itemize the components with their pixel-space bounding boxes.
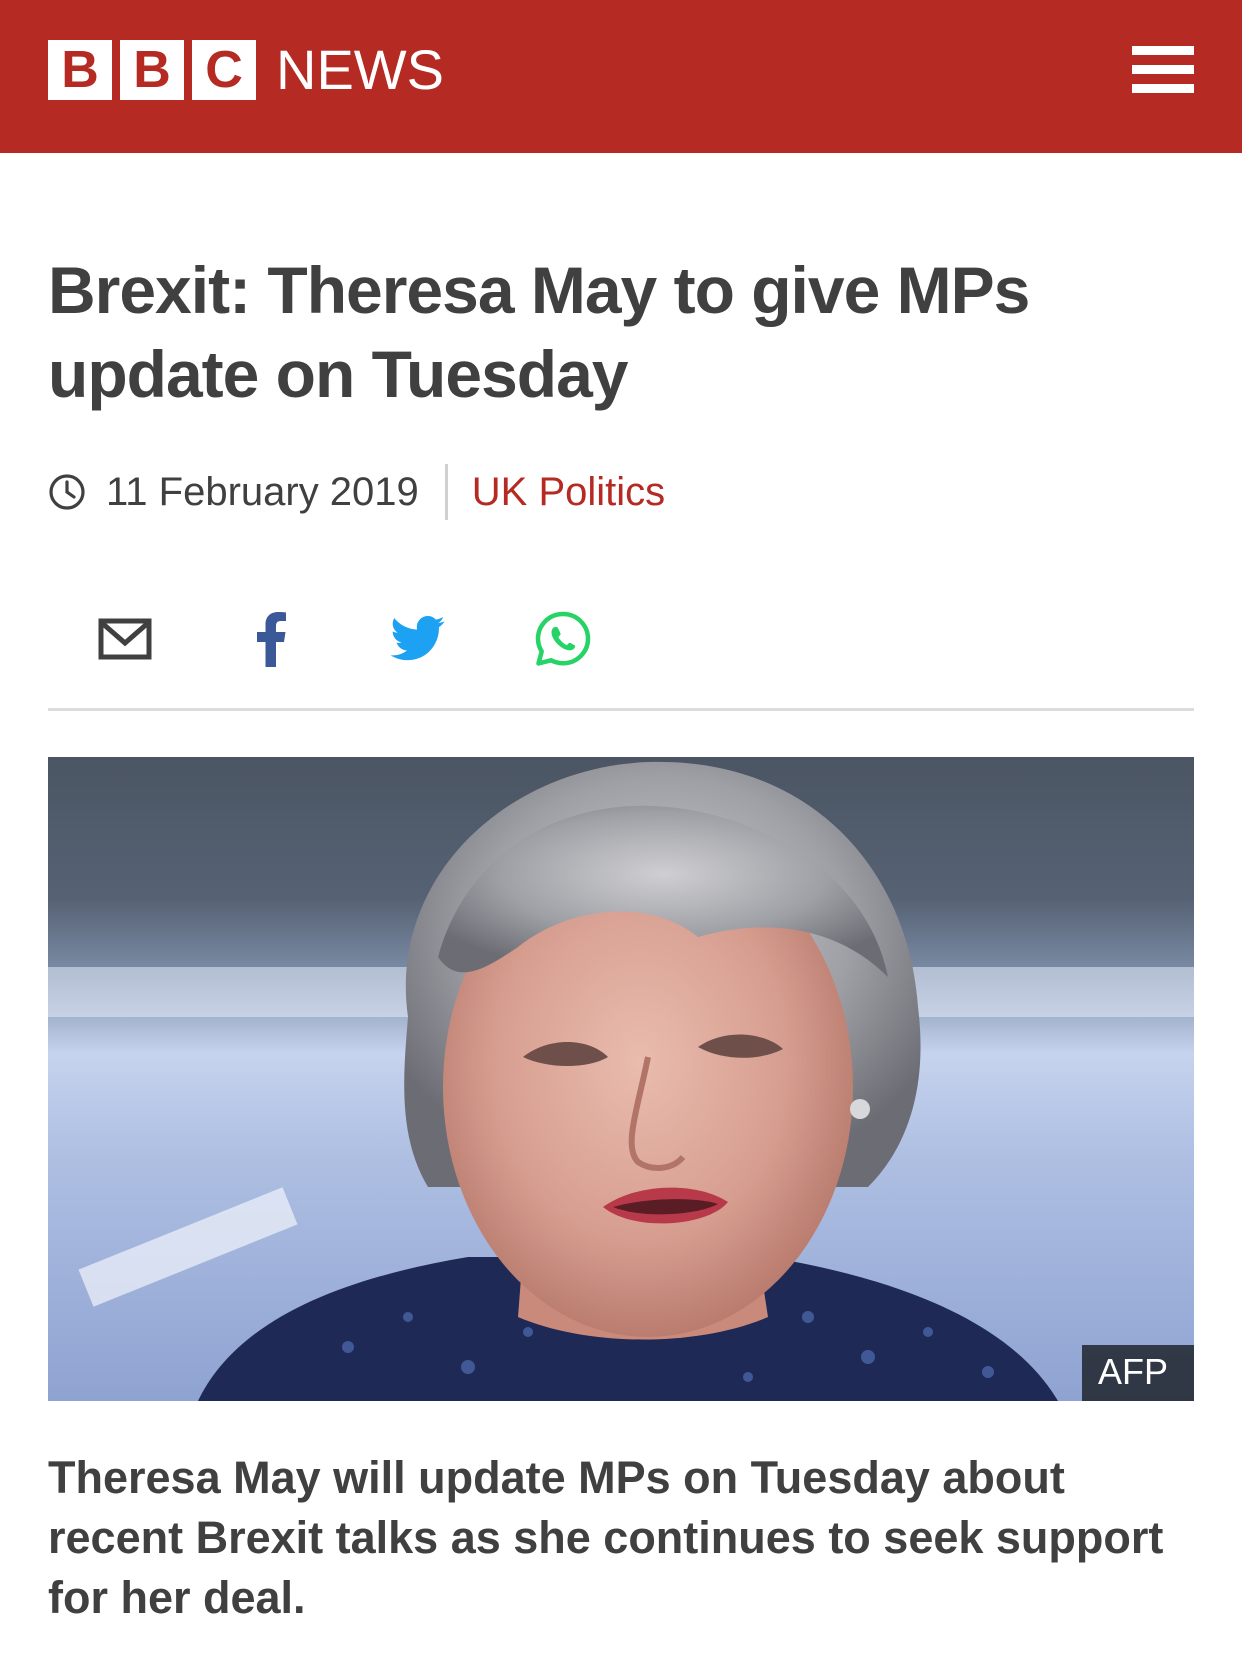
bbc-news-logo[interactable]: B B C NEWS <box>48 40 444 100</box>
logo-letter-c: C <box>192 40 256 100</box>
email-icon <box>98 618 152 660</box>
article-intro: Theresa May will update MPs on Tuesday a… <box>48 1452 1164 1623</box>
top-bar: B B C NEWS <box>0 0 1242 153</box>
publish-date: 11 February 2019 <box>106 469 419 514</box>
share-facebook-button[interactable] <box>236 604 306 674</box>
whatsapp-icon <box>535 611 591 666</box>
share-bar <box>48 600 1194 711</box>
logo-letter-b1: B <box>48 40 112 100</box>
clock-icon <box>49 474 85 510</box>
image-credit: AFP <box>1081 1345 1194 1401</box>
facebook-icon <box>257 612 286 667</box>
menu-bar <box>1132 46 1194 55</box>
logo-letter-b2: B <box>120 40 184 100</box>
article-headline: Brexit: Theresa May to give MPs update o… <box>48 253 1030 411</box>
menu-bar <box>1132 65 1194 74</box>
section-link-uk-politics[interactable]: UK Politics <box>472 470 665 515</box>
share-email-button[interactable] <box>90 604 160 674</box>
share-twitter-button[interactable] <box>383 604 453 674</box>
article-photo: AFP <box>48 757 1194 1401</box>
menu-bar <box>1132 84 1194 93</box>
hamburger-menu-icon[interactable] <box>1132 44 1194 96</box>
logo-news-word: NEWS <box>276 38 444 101</box>
share-whatsapp-button[interactable] <box>528 604 598 674</box>
meta-divider <box>444 464 448 520</box>
twitter-icon <box>390 616 445 661</box>
article-meta: 11 February 2019 UK Politics <box>48 464 665 520</box>
theresa-may-photo <box>48 757 1194 1401</box>
